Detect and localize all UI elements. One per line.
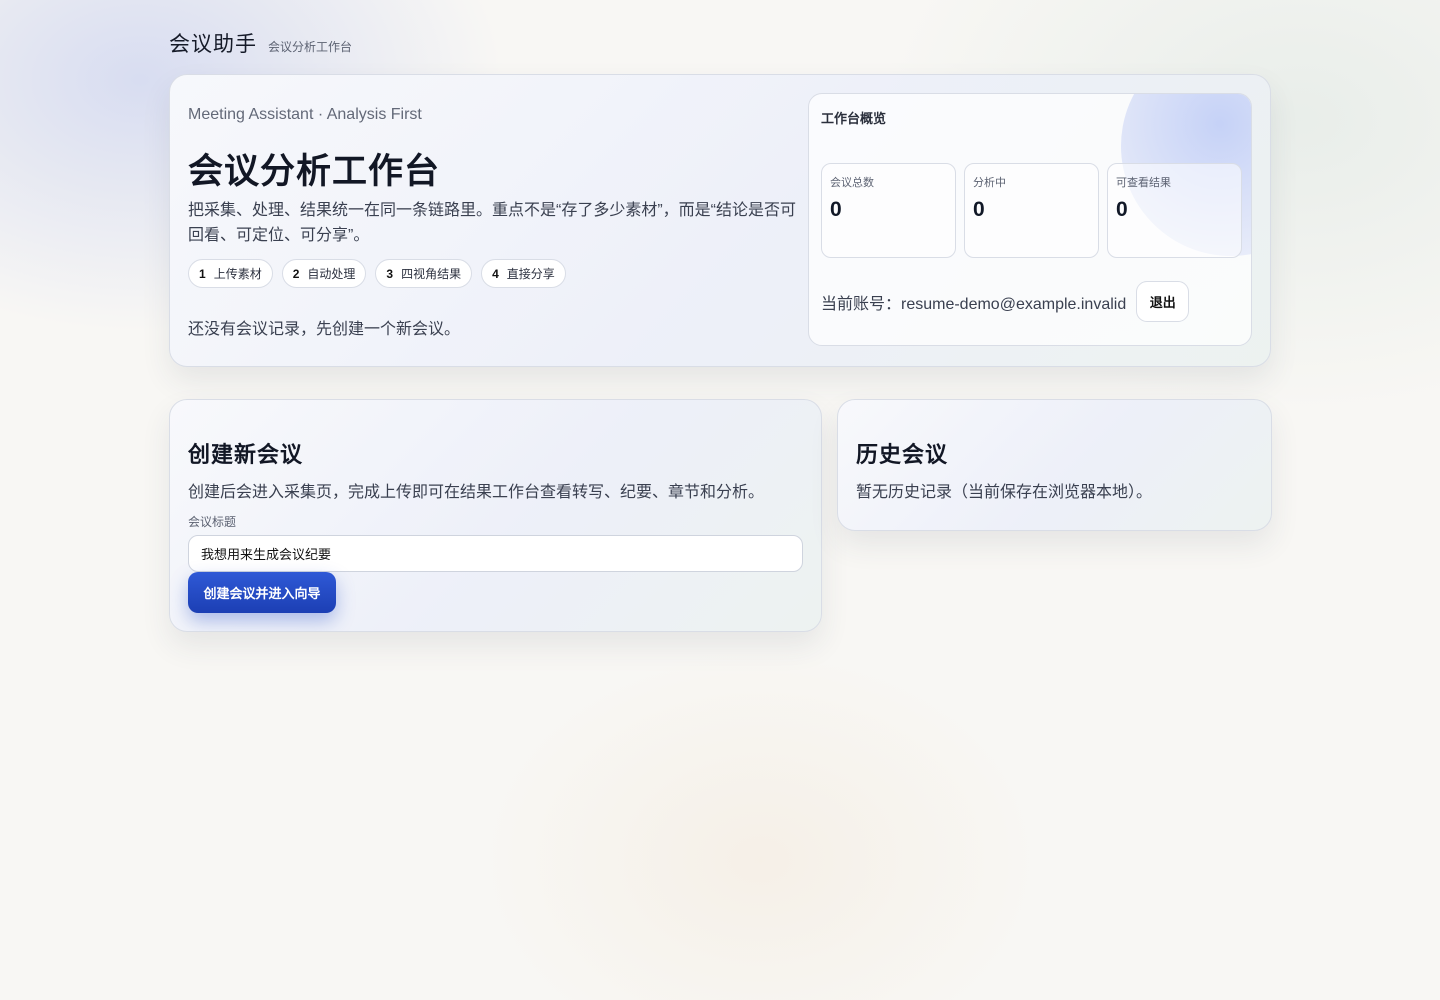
create-meeting-button[interactable]: 创建会议并进入向导: [188, 572, 336, 613]
history-card: 历史会议 暂无历史记录（当前保存在浏览器本地）。: [837, 399, 1272, 531]
top-bar: 会议助手 会议分析工作台: [169, 28, 352, 58]
account-row: 当前账号：resume-demo@example.invalid 退出: [821, 281, 1190, 322]
step-pill-share: 4 直接分享: [481, 259, 566, 288]
create-meeting-description: 创建后会进入采集页，完成上传即可在结果工作台查看转写、纪要、章节和分析。: [188, 484, 765, 501]
stat-card-total: 会议总数 0: [821, 163, 956, 258]
meeting-title-label: 会议标题: [188, 515, 237, 529]
step-number: 4: [492, 266, 499, 281]
create-meeting-title: 创建新会议: [188, 442, 304, 468]
app-title: 会议助手: [169, 32, 257, 56]
stat-value: 0: [1116, 198, 1128, 221]
history-title: 历史会议: [856, 442, 949, 468]
step-label: 四视角结果: [401, 267, 462, 281]
step-label: 直接分享: [506, 267, 555, 281]
stats-row: 会议总数 0 分析中 0 可查看结果 0: [821, 163, 1242, 258]
hero-eyebrow: Meeting Assistant · Analysis First: [188, 106, 422, 123]
stat-label: 分析中: [973, 177, 1006, 189]
stat-value: 0: [973, 198, 985, 221]
meeting-title-input[interactable]: [188, 535, 803, 572]
page-title: 会议分析工作台: [188, 151, 441, 192]
app-subtitle: 会议分析工作台: [268, 40, 353, 54]
overview-title: 工作台概览: [821, 111, 887, 126]
step-pill-results: 3 四视角结果: [375, 259, 473, 288]
step-pill-process: 2 自动处理: [281, 259, 367, 288]
stat-label: 会议总数: [830, 177, 874, 189]
overview-panel: 工作台概览 会议总数 0 分析中 0 可查看结果 0 当前账号：resume-d…: [808, 93, 1252, 346]
workflow-steps: 1 上传素材 2 自动处理 3 四视角结果 4 直接分享: [188, 259, 566, 288]
step-number: 1: [199, 266, 206, 281]
create-meeting-card: 创建新会议 创建后会进入采集页，完成上传即可在结果工作台查看转写、纪要、章节和分…: [169, 399, 822, 632]
stat-label: 可查看结果: [1116, 177, 1171, 189]
stat-value: 0: [830, 198, 842, 221]
step-label: 自动处理: [307, 267, 356, 281]
stat-card-analyzing: 分析中 0: [964, 163, 1099, 258]
step-number: 3: [386, 266, 394, 281]
hero-card: Meeting Assistant · Analysis First 会议分析工…: [169, 74, 1271, 367]
current-account: 当前账号：resume-demo@example.invalid: [821, 295, 1127, 313]
step-number: 2: [292, 266, 300, 281]
logout-button[interactable]: 退出: [1136, 281, 1190, 322]
step-pill-upload: 1 上传素材: [188, 259, 273, 288]
hero-description: 把采集、处理、结果统一在同一条链路里。重点不是“存了多少素材”，而是“结论是否可…: [188, 202, 796, 244]
stat-card-viewable: 可查看结果 0: [1107, 163, 1242, 258]
empty-meetings-note: 还没有会议记录，先创建一个新会议。: [188, 321, 461, 338]
history-empty-text: 暂无历史记录（当前保存在浏览器本地）。: [856, 484, 1153, 501]
step-label: 上传素材: [213, 267, 262, 281]
